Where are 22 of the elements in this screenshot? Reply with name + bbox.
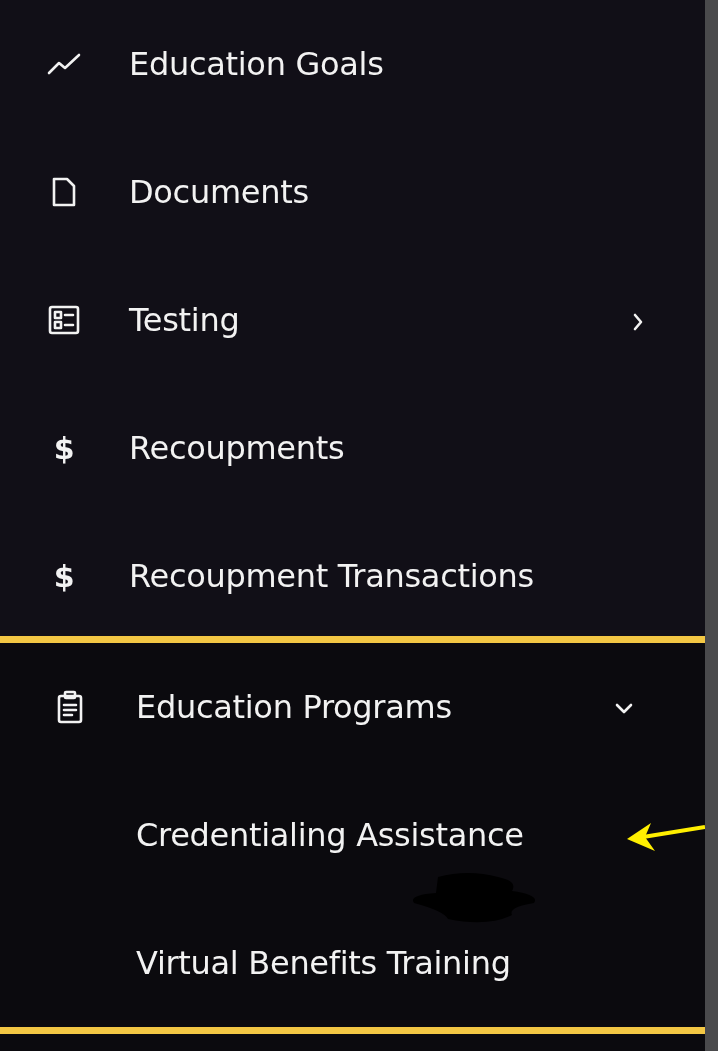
clipboard-icon (56, 690, 84, 724)
menu-label: Credentialing Assistance (136, 815, 525, 856)
dollar-icon: $ (46, 553, 82, 599)
menu-label: Documents (129, 172, 310, 213)
sidebar-item[interactable]: $ Recoupments (0, 384, 705, 512)
sidebar-item[interactable]: Education Goals (0, 0, 705, 128)
sidebar-item[interactable]: Virtual Benefits Training (0, 899, 705, 1027)
menu-label: Recoupment Transactions (129, 556, 535, 597)
trend-line-icon (47, 53, 81, 75)
document-icon (51, 176, 77, 208)
menu-label: Education Goals (129, 44, 385, 85)
sidebar-item[interactable]: Documents (0, 128, 705, 256)
sidebar-item[interactable]: Testing (0, 256, 705, 384)
sidebar-item[interactable]: Credentialing Assistance (0, 771, 705, 899)
menu-label: Virtual Benefits Training (136, 943, 512, 984)
form-icon (48, 305, 80, 335)
sidebar-item[interactable]: Education Programs (0, 643, 705, 771)
sidebar-item[interactable]: $ Recoupment Transactions (0, 512, 705, 640)
menu-label: Testing (129, 300, 241, 341)
menu-label: Recoupments (129, 428, 346, 469)
menu-label: Education Programs (136, 687, 453, 728)
dollar-icon: $ (46, 425, 82, 471)
